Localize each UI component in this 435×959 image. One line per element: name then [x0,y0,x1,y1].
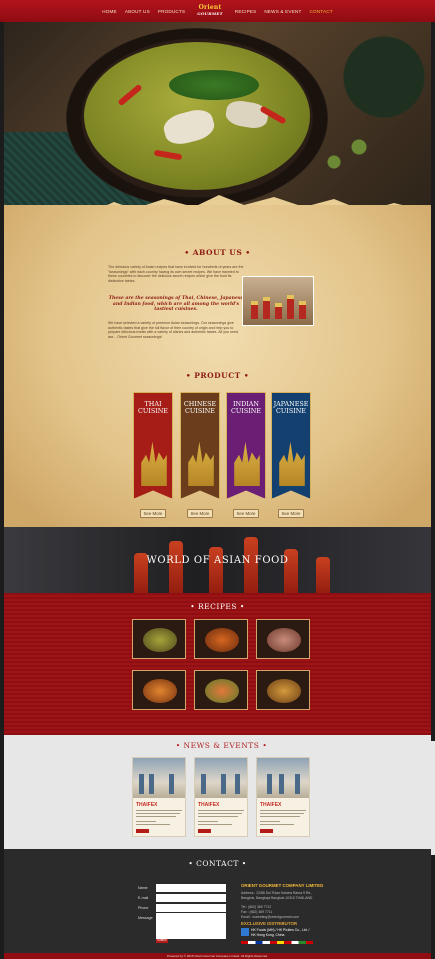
read-more-button[interactable] [260,829,273,833]
product-bottle [287,295,294,319]
dish-image [143,628,177,652]
news-image [257,758,309,798]
see-more-chinese-button[interactable]: See More [187,509,213,518]
recipes-section: • RECIPES • [4,593,431,735]
product-bottle [251,301,258,319]
see-more-indian-button[interactable]: See More [233,509,259,518]
taj-mahal-art [234,441,260,486]
news-image [195,758,247,798]
chinese-cuisine-banner[interactable]: CHINESE CUISINE [180,392,220,499]
recipe-sliced-beef[interactable] [256,619,310,659]
nav-contact[interactable]: CONTACT [310,9,333,14]
about-product-section: • ABOUT US • The delicious variety of As… [4,205,431,527]
nav-home[interactable]: HOME [102,9,117,14]
banner-title: THAI CUISINE [138,400,168,415]
dish-image [205,679,239,703]
products-photo [242,276,314,326]
banner-title: CHINESE CUISINE [183,400,217,415]
world-of-asian-food-banner: WORLD OF ASIAN FOOD [4,527,431,593]
contact-section: • CONTACT • Name E-mail Phone Message SU… [4,849,431,953]
top-nav: HOME ABOUT US PRODUCTS Orient GOURMET RE… [0,0,435,22]
logo-bottom: GOURMET [197,11,223,16]
message-label: Message [138,916,153,920]
company-fax: Fax : (662) 369 7711 [241,910,273,914]
sauce-bottle [209,547,223,593]
about-heading: • ABOUT US • [184,248,251,257]
contact-heading: • CONTACT • [188,859,247,868]
logo-top: Orient [198,4,222,11]
news-title: THAIFEX [198,802,220,808]
news-card[interactable]: THAIFEX [256,757,310,837]
temple-art [141,441,167,486]
phone-input[interactable] [156,904,226,912]
dish-image [267,679,301,703]
news-card[interactable]: THAIFEX [194,757,248,837]
indian-cuisine-banner[interactable]: INDIAN CUISINE [226,392,266,499]
message-textarea[interactable] [156,913,226,939]
company-name: ORIENT GOURMET COMPANY LIMITED [241,883,324,888]
product-bottle [263,297,270,319]
news-title: THAIFEX [136,802,158,808]
email-label: E-mail [138,896,149,900]
banner-title: INDIAN CUISINE [231,400,261,415]
news-events-section: • NEWS & EVENTS • THAIFEX THAIFEX THAIFE… [4,735,435,855]
brand-logo[interactable]: Orient GOURMET [193,5,227,17]
recipe-massaman-curry[interactable] [256,670,310,710]
basil-leaves [169,70,259,100]
company-email[interactable]: Email : marketing@orientgourmet.com [241,915,299,920]
hero-image [4,22,431,227]
japanese-cuisine-banner[interactable]: JAPANESE CUISINE [271,392,311,499]
news-card[interactable]: THAIFEX [132,757,186,837]
sauce-bottle [169,541,183,593]
product-bottle [299,301,306,319]
page: HOME ABOUT US PRODUCTS Orient GOURMET RE… [0,0,435,959]
recipes-heading: • RECIPES • [190,602,245,611]
recipe-vegetables[interactable] [194,670,248,710]
read-more-button[interactable] [136,829,149,833]
world-title: WORLD OF ASIAN FOOD [146,555,289,566]
great-wall-art [188,441,214,486]
nav-products[interactable]: PRODUCTS [158,9,185,14]
about-paragraph-2: We have selected a variety of premium As… [108,321,239,339]
nav-recipes[interactable]: RECIPES [235,9,257,14]
product-heading: • PRODUCT • [185,371,250,380]
news-image [133,758,185,798]
about-paragraph-1: The delicious variety of Asian recipes t… [108,265,244,283]
news-title: THAIFEX [260,802,282,808]
pagoda-art [279,441,305,486]
about-quote: These are the seasonings of Thai, Chines… [108,296,244,313]
see-more-japanese-button[interactable]: See More [278,509,304,518]
recipe-red-curry[interactable] [194,619,248,659]
dish-image [267,628,301,652]
country-flags [241,941,313,944]
company-address: Address : 22/88 Soi Thian Kaluew Rama 9 … [241,891,313,900]
see-more-thai-button[interactable]: See More [140,509,166,518]
submit-button[interactable]: SUBMIT [156,939,168,943]
distributor-logo [241,928,249,936]
dish-image [205,628,239,652]
recipe-seafood-curry[interactable] [132,670,186,710]
phone-label: Phone [138,906,149,910]
distributor-text: HK Foods (MH) / HK Pickles Co., Ltd. / H… [251,928,310,937]
nav-news[interactable]: NEWS & EVENT [264,9,301,14]
footer: Powered by © 2015 Orient Gourmet Company… [4,953,431,959]
name-input[interactable] [156,884,226,892]
recipe-green-curry[interactable] [132,619,186,659]
thai-cuisine-banner[interactable]: THAI CUISINE [133,392,173,499]
name-label: Name [138,886,148,890]
email-input[interactable] [156,894,226,902]
product-bottle [275,303,282,319]
dish-image [143,679,177,703]
exclusive-title: EXCLUSIVE DISTRIBUTOR [241,921,298,926]
read-more-button[interactable] [198,829,211,833]
banner-title: JAPANESE CUISINE [273,400,309,415]
company-tel: Tel : (662) 369 7712 [241,905,272,909]
nav-about[interactable]: ABOUT US [125,9,150,14]
